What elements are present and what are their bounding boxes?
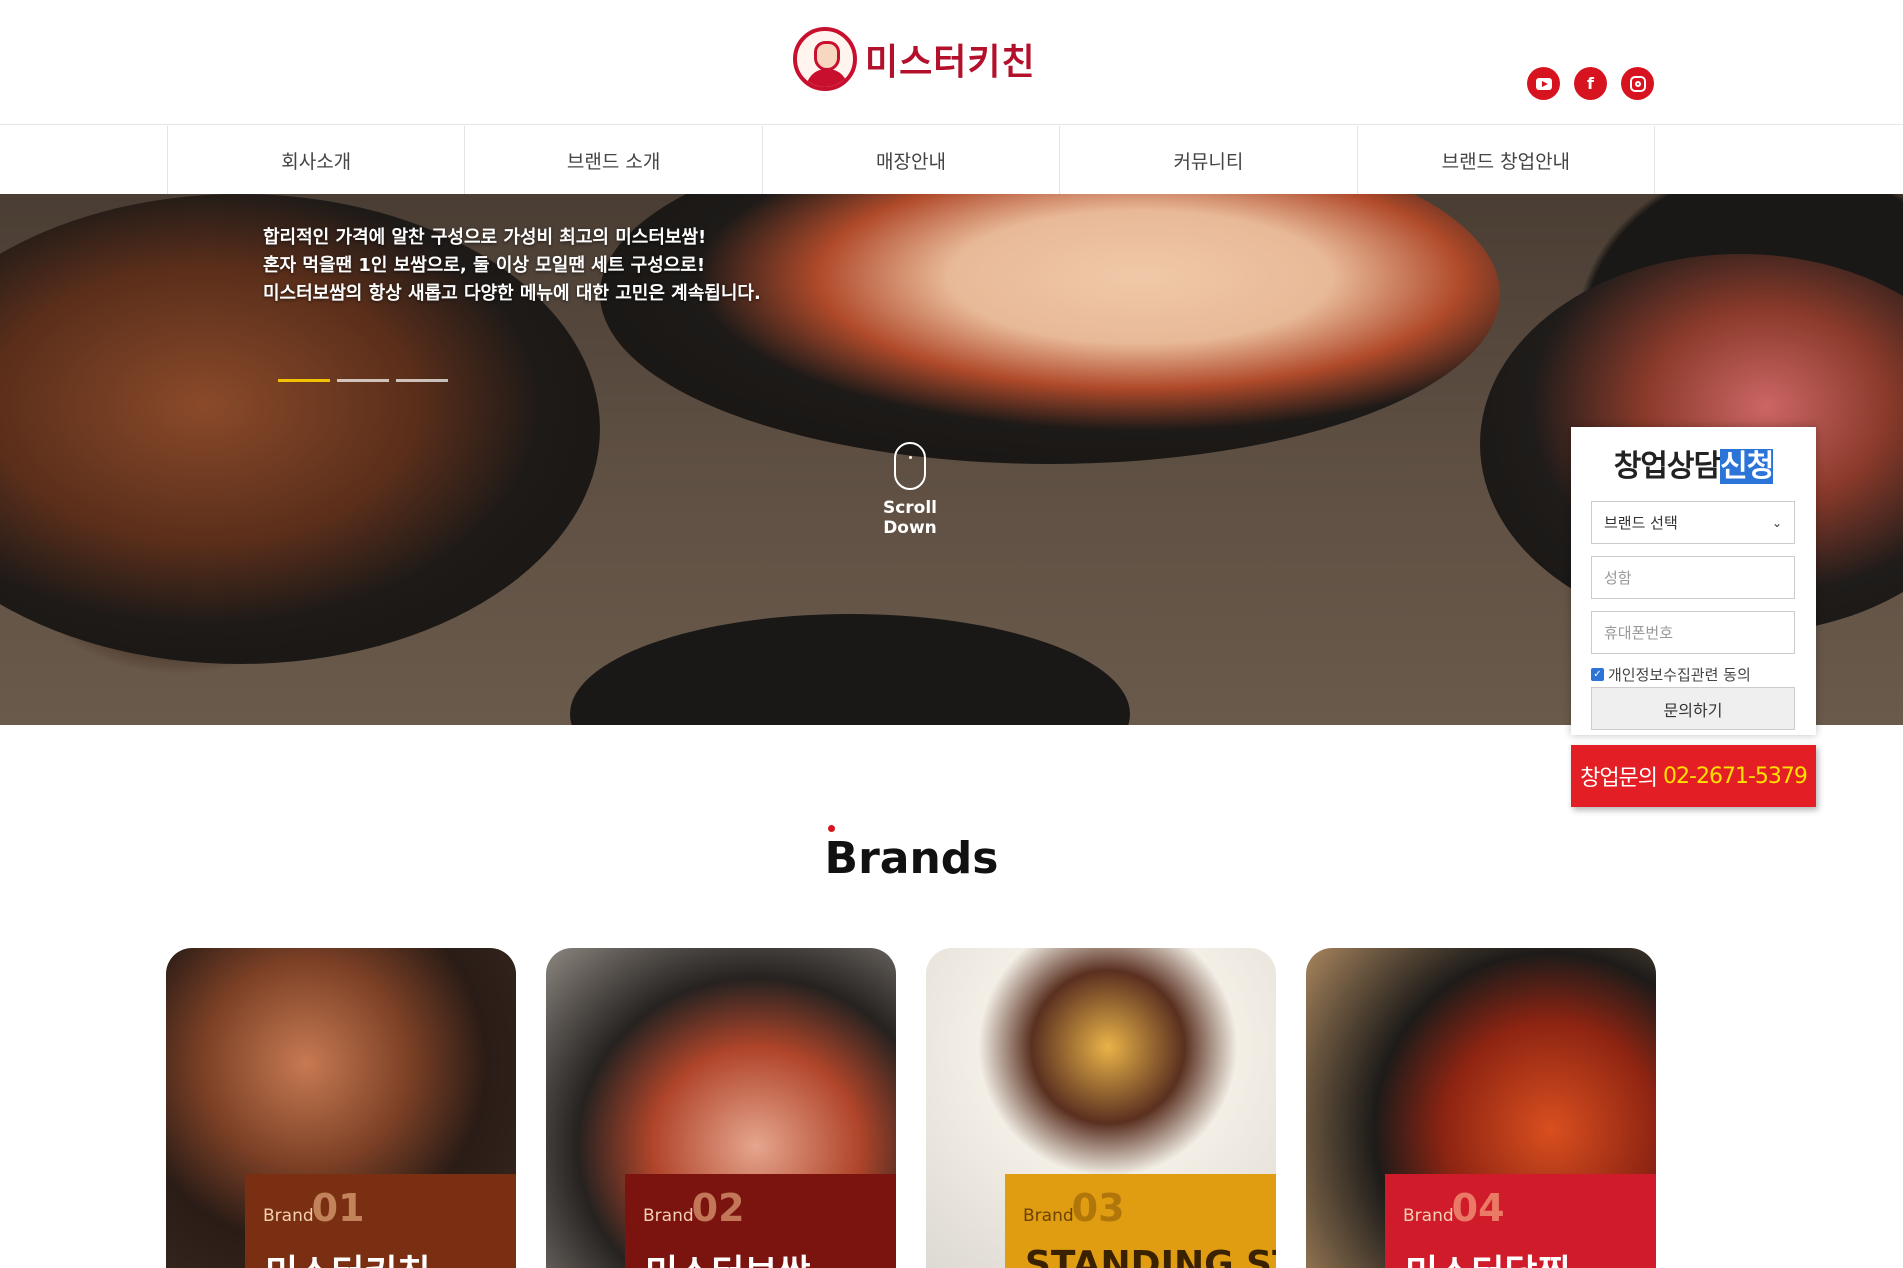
brand-card[interactable]: Brand03 STANDING STEAK bbox=[926, 948, 1276, 1268]
brand-label: Brand03 STANDING STEAK bbox=[1005, 1174, 1276, 1268]
brand-name: 미스터닭찜 bbox=[1405, 1244, 1571, 1268]
brands-title: Brands bbox=[824, 833, 999, 884]
instagram-icon[interactable] bbox=[1621, 67, 1654, 100]
brand-name: STANDING STEAK bbox=[1025, 1244, 1276, 1268]
nav-item-stores[interactable]: 매장안내 bbox=[763, 126, 1061, 194]
phone-number: 02-2671-5379 bbox=[1663, 763, 1808, 789]
nav-item-community[interactable]: 커뮤니티 bbox=[1060, 126, 1358, 194]
brand-number: 03 bbox=[1071, 1186, 1125, 1230]
brand-label: Brand02 미스터보쌈 bbox=[625, 1174, 896, 1268]
brand-label: Brand01 미스터키친 bbox=[245, 1174, 516, 1268]
privacy-agree: ✓ 개인정보수집관련 동의 bbox=[1591, 664, 1796, 685]
brand-card[interactable]: Brand02 미스터보쌈 bbox=[546, 948, 896, 1268]
slider-indicators bbox=[278, 379, 448, 382]
brand-select[interactable]: 브랜드 선택 ⌄ bbox=[1591, 501, 1795, 544]
slider-dot[interactable] bbox=[337, 379, 389, 382]
hero-line: 미스터보쌈의 항상 새롭고 다양한 메뉴에 대한 고민은 계속됩니다. bbox=[263, 283, 761, 304]
section-dot bbox=[828, 825, 835, 832]
consult-title-highlight: 신청 bbox=[1720, 449, 1774, 484]
brand-card[interactable]: Brand04 미스터닭찜 bbox=[1306, 948, 1656, 1268]
phone-banner[interactable]: 창업문의 02-2671-5379 bbox=[1571, 745, 1816, 807]
facebook-icon[interactable]: f bbox=[1574, 67, 1607, 100]
slider-dot[interactable] bbox=[278, 379, 330, 382]
privacy-checkbox[interactable]: ✓ bbox=[1591, 668, 1604, 681]
brand-number: 04 bbox=[1451, 1186, 1505, 1230]
logo-text: 미스터키친 bbox=[865, 42, 1036, 83]
brand-name: 미스터보쌈 bbox=[645, 1244, 811, 1268]
hero-copy: 합리적인 가격에 알찬 구성으로 가성비 최고의 미스터보쌈! 혼자 먹을땐 1… bbox=[263, 224, 761, 308]
consult-title-main: 창업상담 bbox=[1613, 449, 1721, 484]
brand-word: Brand bbox=[263, 1206, 314, 1226]
name-input[interactable]: 성함 bbox=[1591, 556, 1795, 599]
brand-word: Brand bbox=[1023, 1206, 1074, 1226]
name-placeholder: 성함 bbox=[1604, 569, 1632, 587]
consult-form: 창업상담신청 브랜드 선택 ⌄ 성함 휴대폰번호 ✓ 개인정보수집관련 동의 문… bbox=[1571, 427, 1816, 735]
submit-button[interactable]: 문의하기 bbox=[1591, 687, 1795, 730]
mouse-icon bbox=[894, 442, 926, 490]
hero-line: 혼자 먹을땐 1인 보쌈으로, 둘 이상 모일땐 세트 구성으로! bbox=[263, 255, 706, 276]
brand-cards: Brand01 미스터키친 Brand02 미스터보쌈 Brand03 STAN… bbox=[166, 948, 1656, 1268]
phone-banner-label: 창업문의 bbox=[1580, 766, 1658, 791]
youtube-icon[interactable] bbox=[1527, 67, 1560, 100]
brand-select-value: 브랜드 선택 bbox=[1604, 514, 1678, 532]
main-nav: 회사소개 브랜드 소개 매장안내 커뮤니티 브랜드 창업안내 bbox=[0, 126, 1903, 194]
page: 미스터키친 f 회사소개 브랜드 소개 매장안내 커뮤니티 브랜드 창업안내 합… bbox=[0, 0, 1903, 1268]
nav-item-brand[interactable]: 브랜드 소개 bbox=[465, 126, 763, 194]
brand-label: Brand04 미스터닭찜 bbox=[1385, 1174, 1656, 1268]
chef-mascot-icon bbox=[793, 27, 857, 91]
hero-photo-bottom bbox=[570, 614, 1130, 725]
phone-input[interactable]: 휴대폰번호 bbox=[1591, 611, 1795, 654]
slider-dot[interactable] bbox=[396, 379, 448, 382]
brand-card[interactable]: Brand01 미스터키친 bbox=[166, 948, 516, 1268]
scroll-down[interactable]: Scroll Down bbox=[860, 442, 960, 538]
scroll-label: Scroll Down bbox=[882, 498, 938, 538]
brand-number: 02 bbox=[691, 1186, 745, 1230]
social-links: f bbox=[1527, 67, 1654, 100]
nav-item-company[interactable]: 회사소개 bbox=[168, 126, 466, 194]
privacy-label: 개인정보수집관련 동의 bbox=[1608, 666, 1751, 684]
chevron-down-icon: ⌄ bbox=[1771, 515, 1782, 530]
nav-item-franchise[interactable]: 브랜드 창업안내 bbox=[1358, 126, 1656, 194]
site-logo[interactable]: 미스터키친 bbox=[793, 27, 1036, 91]
brand-word: Brand bbox=[1403, 1206, 1454, 1226]
brand-name: 미스터키친 bbox=[265, 1244, 431, 1268]
consult-title: 창업상담신청 bbox=[1591, 441, 1796, 485]
hero-line: 합리적인 가격에 알찬 구성으로 가성비 최고의 미스터보쌈! bbox=[263, 227, 707, 248]
brand-word: Brand bbox=[643, 1206, 694, 1226]
site-header: 미스터키친 f bbox=[0, 0, 1903, 125]
brand-number: 01 bbox=[311, 1186, 365, 1230]
phone-placeholder: 휴대폰번호 bbox=[1604, 624, 1674, 642]
